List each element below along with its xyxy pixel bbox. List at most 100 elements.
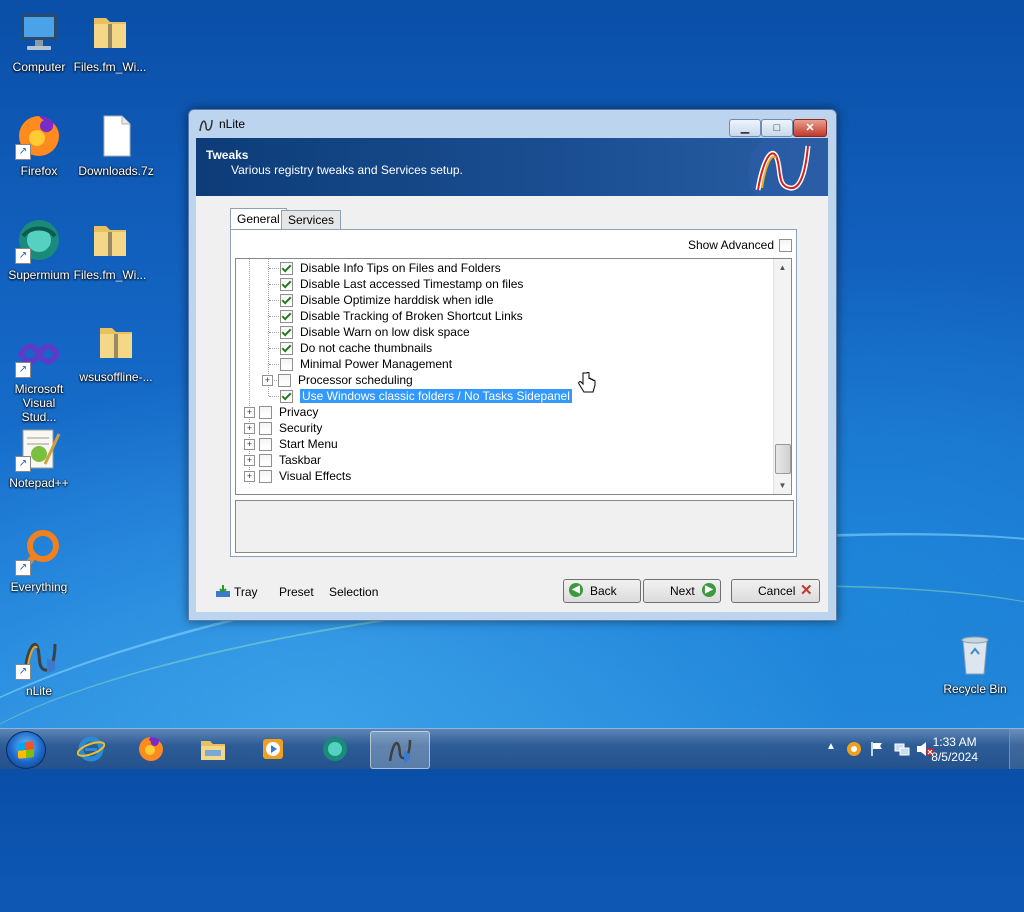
show-hidden-icons-icon[interactable]: ▲ bbox=[826, 741, 836, 752]
network-icon[interactable] bbox=[894, 741, 910, 757]
tree-connector bbox=[269, 284, 279, 285]
desktop-icon-wsusoffline[interactable]: wsusoffline-... bbox=[78, 318, 154, 384]
tree-item-checkbox[interactable] bbox=[280, 310, 293, 324]
tree-item[interactable]: Disable Tracking of Broken Shortcut Link… bbox=[280, 308, 523, 324]
back-button-label: Back bbox=[590, 584, 617, 598]
action-center-flag-icon[interactable] bbox=[870, 741, 884, 757]
taskbar-app-nlite[interactable] bbox=[370, 731, 430, 769]
tree-item[interactable]: Disable Last accessed Timestamp on files bbox=[280, 276, 523, 292]
taskbar-app[interactable] bbox=[306, 731, 364, 767]
scroll-up-icon[interactable]: ▲ bbox=[774, 259, 791, 276]
tree-item[interactable]: + Processor scheduling bbox=[262, 372, 413, 388]
desktop-icon-label: Everything bbox=[10, 580, 68, 594]
expand-plus-icon[interactable]: + bbox=[244, 423, 255, 435]
hand-cursor-icon bbox=[578, 372, 596, 393]
desktop-icon-downloads-7z[interactable]: Downloads.7z bbox=[78, 112, 154, 178]
desktop-icon-everything[interactable]: ↗ Everything bbox=[1, 528, 77, 594]
tree-item-checkbox[interactable] bbox=[280, 278, 293, 292]
next-button[interactable]: Next ▶ bbox=[643, 579, 721, 603]
visual-studio-icon: ↗ bbox=[15, 330, 63, 378]
nlite-icon bbox=[199, 119, 213, 132]
firefox-icon: ↗ bbox=[15, 112, 63, 160]
zip-folder-icon bbox=[92, 318, 140, 366]
taskbar-app[interactable] bbox=[62, 731, 120, 767]
scroll-thumb[interactable] bbox=[775, 444, 791, 474]
tree-item-checkbox[interactable] bbox=[280, 342, 293, 356]
tab-services[interactable]: Services bbox=[281, 210, 342, 230]
tree-item[interactable]: Use Windows classic folders / No Tasks S… bbox=[280, 388, 572, 404]
nlite-icon: ↗ bbox=[15, 632, 63, 680]
desktop-icon-firefox[interactable]: ↗ Firefox bbox=[1, 112, 77, 178]
tree-item-label: Minimal Power Management bbox=[300, 357, 453, 371]
tree-item-checkbox[interactable] bbox=[259, 422, 272, 436]
tree-item[interactable]: + Privacy bbox=[244, 404, 318, 420]
title-bar[interactable]: nLite ▁ □ ✕ bbox=[189, 110, 836, 138]
tree-item-checkbox[interactable] bbox=[280, 262, 293, 276]
selection-button[interactable]: Selection bbox=[329, 585, 378, 599]
desktop-icon-nlite[interactable]: ↗ nLite bbox=[1, 632, 77, 698]
tree-item[interactable]: Disable Warn on low disk space bbox=[280, 324, 470, 340]
tree-item-checkbox[interactable] bbox=[259, 454, 272, 468]
maximize-button[interactable]: □ bbox=[761, 119, 793, 137]
shortcut-arrow-icon: ↗ bbox=[15, 144, 31, 160]
cancel-button[interactable]: Cancel ✕ bbox=[731, 579, 820, 603]
desktop-icon-label: Computer bbox=[12, 60, 66, 74]
expand-plus-icon[interactable]: + bbox=[262, 375, 273, 387]
desktop-icon-notepad-plus[interactable]: ↗ Notepad++ bbox=[1, 424, 77, 490]
tree-item-checkbox[interactable] bbox=[280, 294, 293, 308]
taskbar-app[interactable] bbox=[122, 731, 180, 767]
tree-item-checkbox[interactable] bbox=[280, 358, 293, 372]
tree-item-label: Visual Effects bbox=[279, 469, 352, 483]
desktop-icon-visual-studio[interactable]: ↗ Microsoft Visual Stud... bbox=[1, 330, 77, 424]
expand-plus-icon[interactable]: + bbox=[244, 471, 255, 483]
show-desktop-button[interactable] bbox=[1009, 729, 1024, 769]
show-advanced[interactable]: Show Advanced bbox=[688, 238, 792, 252]
clock[interactable]: 1:33 AM 8/5/2024 bbox=[931, 735, 978, 765]
tree-item-checkbox[interactable] bbox=[259, 438, 272, 452]
desktop-icon-label: wsusoffline-... bbox=[79, 370, 153, 384]
internet-explorer-icon bbox=[77, 736, 105, 762]
taskbar-app[interactable] bbox=[244, 731, 302, 767]
back-button[interactable]: ◀ Back bbox=[563, 579, 641, 603]
desktop-icon-files-fm-1[interactable]: Files.fm_Wi... bbox=[72, 8, 148, 74]
desktop-icon-supermium[interactable]: ↗ Supermium bbox=[1, 216, 77, 282]
minimize-button[interactable]: ▁ bbox=[729, 119, 761, 137]
tree-item[interactable]: Disable Info Tips on Files and Folders bbox=[280, 260, 501, 276]
preset-button[interactable]: Preset bbox=[279, 585, 314, 599]
tree-item[interactable]: Do not cache thumbnails bbox=[280, 340, 432, 356]
expand-plus-icon[interactable]: + bbox=[244, 439, 255, 451]
desktop-icon-files-fm-2[interactable]: Files.fm_Wi... bbox=[72, 216, 148, 282]
tree-item[interactable]: Disable Optimize harddisk when idle bbox=[280, 292, 493, 308]
show-advanced-checkbox[interactable] bbox=[779, 239, 792, 252]
tree-item-checkbox[interactable] bbox=[259, 470, 272, 484]
tree-scrollbar[interactable]: ▲ ▼ bbox=[773, 259, 791, 494]
start-button[interactable] bbox=[6, 731, 46, 769]
nlite-icon bbox=[388, 739, 412, 763]
close-button[interactable]: ✕ bbox=[793, 119, 827, 137]
scroll-down-icon[interactable]: ▼ bbox=[774, 477, 791, 494]
desktop-icon-recycle-bin[interactable]: Recycle Bin bbox=[937, 630, 1013, 696]
search-magnifier-icon: ↗ bbox=[15, 528, 63, 576]
file-icon bbox=[92, 112, 140, 160]
recycle-bin-icon bbox=[951, 630, 999, 678]
expand-plus-icon[interactable]: + bbox=[244, 407, 255, 419]
taskbar-app[interactable] bbox=[184, 731, 242, 767]
tree-item[interactable]: + Start Menu bbox=[244, 436, 338, 452]
minimize-icon: ▁ bbox=[740, 122, 750, 134]
desktop-icon-label: Files.fm_Wi... bbox=[73, 60, 147, 74]
tree-item-checkbox[interactable] bbox=[280, 390, 293, 404]
tree-item-checkbox[interactable] bbox=[259, 406, 272, 420]
tree-item[interactable]: Minimal Power Management bbox=[280, 356, 452, 372]
tree-item-label: Disable Info Tips on Files and Folders bbox=[300, 261, 501, 275]
tab-general[interactable]: General bbox=[230, 208, 287, 231]
tree-item[interactable]: + Taskbar bbox=[244, 452, 321, 468]
tray-app-icon[interactable] bbox=[846, 741, 862, 757]
tree-item-checkbox[interactable] bbox=[280, 326, 293, 340]
expand-plus-icon[interactable]: + bbox=[244, 455, 255, 467]
tree-item[interactable]: + Visual Effects bbox=[244, 468, 351, 484]
desktop-icon-computer[interactable]: Computer bbox=[1, 8, 77, 74]
tree-item[interactable]: + Security bbox=[244, 420, 322, 436]
tree-item-label: Processor scheduling bbox=[298, 373, 413, 387]
tree-item-checkbox[interactable] bbox=[278, 374, 291, 388]
tray-button[interactable]: Tray bbox=[234, 585, 258, 599]
